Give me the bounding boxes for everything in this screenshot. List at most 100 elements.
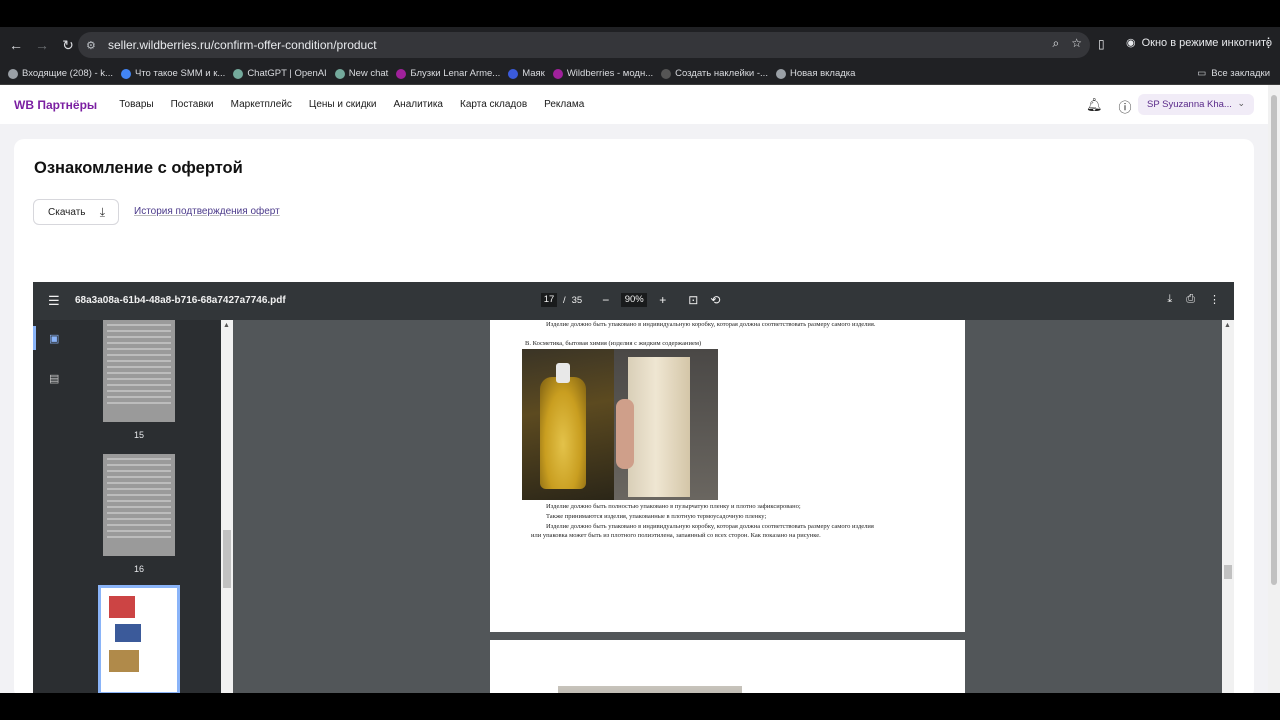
sidebar-rail: ▣ ▤ <box>33 320 77 693</box>
page-text-line: или упаковка может быть из плотного поли… <box>531 532 821 539</box>
zoom-input[interactable]: 90% <box>621 293 648 307</box>
bookmark-favicon-icon <box>120 68 131 79</box>
page-text-line: Изделие должно быть упаковано в индивиду… <box>546 321 876 328</box>
help-icon[interactable]: ⓘ <box>1119 97 1132 116</box>
bookmark-item[interactable]: ChatGPT | OpenAI <box>233 68 327 79</box>
incognito-indicator[interactable]: ◉ Окно в режиме инкогнито <box>1126 36 1272 50</box>
thumbnail-number: 16 <box>133 564 144 574</box>
nav-item-marketplace[interactable]: Маркетплейс <box>231 99 292 110</box>
rail-selection-indicator <box>33 326 36 350</box>
letterbox-bottom <box>0 693 1280 720</box>
nav-item-goods[interactable]: Товары <box>119 99 153 110</box>
page-number-input[interactable]: 17 <box>541 293 557 307</box>
thumbnail-image <box>115 624 141 642</box>
side-panel-icon[interactable]: ▯ <box>1098 37 1105 51</box>
thumbnails-icon[interactable]: ▣ <box>49 332 59 345</box>
bottle-image <box>540 377 586 489</box>
nav-item-prices[interactable]: Цены и скидки <box>309 99 377 110</box>
zoom-in-icon[interactable]: + <box>659 293 666 307</box>
chevron-down-icon: ⌄ <box>1237 98 1245 108</box>
forward-icon[interactable]: → <box>30 33 54 57</box>
product-photo <box>522 349 718 500</box>
total-pages: 35 <box>571 294 583 306</box>
pdf-pager: 17 / 35 − 90% + ⊡ ⟲ <box>541 293 726 307</box>
bottle-pump <box>556 363 570 383</box>
back-icon[interactable]: ← <box>4 33 28 57</box>
download-button[interactable]: Скачать ⤓ <box>33 199 119 225</box>
user-name: SP Syuzanna Kha... <box>1147 99 1232 110</box>
folder-icon: ▭ <box>1197 68 1207 79</box>
browser-menu-icon[interactable]: ⋮ <box>1262 35 1275 51</box>
thumbnail-page[interactable] <box>103 320 175 422</box>
browser-toolbar: ← → ↻ ⚙ seller.wildberries.ru/confirm-of… <box>0 27 1280 63</box>
scroll-up-icon[interactable]: ▲ <box>223 322 230 329</box>
zoom-out-icon[interactable]: − <box>602 293 609 307</box>
all-bookmarks-button[interactable]: ▭ Все закладки <box>1197 68 1270 79</box>
page-text-line: Также принимаются изделия, упакованные в… <box>546 513 767 520</box>
page-section-heading: В. Косметика, бытовая химия (изделия с ж… <box>525 340 702 347</box>
scroll-thumb[interactable] <box>223 530 231 588</box>
search-icon[interactable]: ⌕ <box>1053 36 1060 51</box>
bell-icon[interactable]: 🔔︎ <box>1086 97 1103 116</box>
url-text[interactable]: seller.wildberries.ru/confirm-offer-cond… <box>108 38 377 52</box>
bookmark-star-icon[interactable]: ☆ <box>1071 36 1082 51</box>
download-icon: ⤓ <box>99 205 105 219</box>
bookmarks-bar: Входящие (208) - k... Что такое SMM и к.… <box>0 63 1280 85</box>
page-scrollbar[interactable] <box>1268 85 1280 693</box>
pdf-download-icon[interactable]: ⤓ <box>1167 293 1172 306</box>
pdf-viewer: ☰ 68a3a08a-61b4-48a8-b716-68a7427a7746.p… <box>33 282 1234 693</box>
fit-page-icon[interactable]: ⊡ <box>688 293 698 307</box>
page-text-line: Изделие должно быть полностью упаковано … <box>546 503 801 510</box>
scroll-thumb[interactable] <box>1224 565 1232 579</box>
product-photo <box>558 686 742 693</box>
page-scroll-thumb[interactable] <box>1271 95 1277 585</box>
bookmark-favicon-icon <box>508 68 519 79</box>
pdf-filename: 68a3a08a-61b4-48a8-b716-68a7427a7746.pdf <box>75 295 286 306</box>
nav-item-supplies[interactable]: Поставки <box>171 99 214 110</box>
bookmark-favicon-icon <box>775 68 786 79</box>
thumbnail-page[interactable] <box>103 454 175 556</box>
bookmark-item[interactable]: New chat <box>334 68 388 79</box>
document-scrollbar[interactable]: ▲ <box>1222 320 1234 693</box>
outline-icon[interactable]: ▤ <box>49 372 59 385</box>
site-header: WB Партнёры Товары Поставки Маркетплейс … <box>0 85 1268 124</box>
address-bar[interactable]: ⚙ seller.wildberries.ru/confirm-offer-co… <box>78 32 1090 58</box>
thumbnail-image <box>109 596 135 618</box>
rotate-icon[interactable]: ⟲ <box>710 293 720 307</box>
reload-icon[interactable]: ↻ <box>56 33 80 57</box>
bookmark-item[interactable]: Маяк <box>508 68 545 79</box>
browser-window: ← → ↻ ⚙ seller.wildberries.ru/confirm-of… <box>0 27 1280 693</box>
nav-item-analytics[interactable]: Аналитика <box>394 99 444 110</box>
nav-item-warehouse-map[interactable]: Карта складов <box>460 99 527 110</box>
bookmark-favicon-icon <box>334 68 345 79</box>
main-nav: Товары Поставки Маркетплейс Цены и скидк… <box>119 99 584 110</box>
nav-item-ads[interactable]: Реклама <box>544 99 584 110</box>
bookmark-item[interactable]: Блузки Lenar Arme... <box>396 68 500 79</box>
menu-icon[interactable]: ☰ <box>48 293 60 309</box>
thumbnail-sidebar: ▣ ▤ 15 16 17 <box>33 320 221 693</box>
bookmark-favicon-icon <box>396 68 407 79</box>
thumbnail-scrollbar[interactable]: ▲ <box>221 320 233 693</box>
page-separator: / <box>563 294 566 306</box>
more-options-icon[interactable]: ⋮ <box>1209 293 1220 306</box>
bookmark-item[interactable]: Новая вкладка <box>775 68 855 79</box>
box-image <box>628 357 690 497</box>
bookmark-item[interactable]: Что такое SMM и к... <box>120 68 225 79</box>
bookmark-favicon-icon <box>661 68 672 79</box>
bookmark-favicon-icon <box>552 68 563 79</box>
print-icon[interactable]: ⎙ <box>1186 293 1195 306</box>
page-title: Ознакомление с офертой <box>34 159 243 177</box>
pdf-page <box>490 640 965 693</box>
site-logo[interactable]: WB Партнёры <box>14 98 97 112</box>
user-menu[interactable]: SP Syuzanna Kha... ⌄ <box>1138 94 1254 115</box>
bookmark-item[interactable]: Создать наклейки -... <box>661 68 768 79</box>
pdf-page: Изделие должно быть упаковано в индивиду… <box>490 320 965 632</box>
thumbnail-image <box>109 650 139 672</box>
site-info-icon[interactable]: ⚙ <box>86 39 102 52</box>
thumbnail-page-selected[interactable] <box>98 585 180 693</box>
offer-card: Ознакомление с офертой Скачать ⤓ История… <box>14 139 1254 693</box>
scroll-up-icon[interactable]: ▲ <box>1224 322 1231 329</box>
offer-history-link[interactable]: История подтверждения оферт <box>134 206 280 217</box>
bookmark-item[interactable]: Wildberries - модн... <box>552 68 653 79</box>
bookmark-item[interactable]: Входящие (208) - k... <box>8 68 113 79</box>
